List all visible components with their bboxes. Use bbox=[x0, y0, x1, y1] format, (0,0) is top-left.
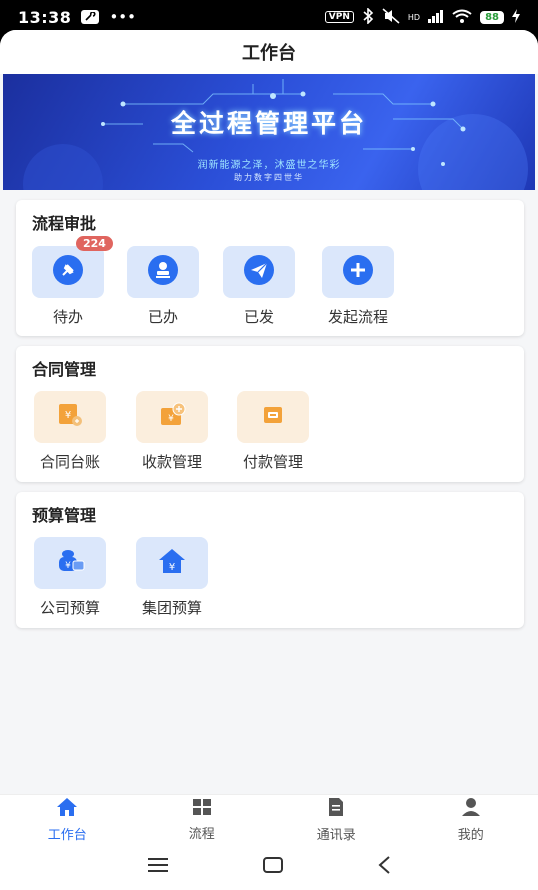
payment-mgmt-tile[interactable]: 付款管理 bbox=[237, 391, 309, 471]
page-title: 工作台 bbox=[242, 43, 296, 64]
pin-icon bbox=[52, 254, 84, 290]
paper-plane-icon bbox=[243, 254, 275, 290]
start-process-icon-box bbox=[322, 246, 394, 298]
budget-card: 预算管理 ¥ 公司预算 ¥ 集团预算 bbox=[16, 492, 524, 628]
company-budget-label: 公司预算 bbox=[39, 599, 100, 617]
approval-card: 流程审批 224 待办 已办 已发 发起流程 bbox=[16, 200, 524, 336]
start-process-label: 发起流程 bbox=[327, 308, 388, 326]
battery-indicator: 88 bbox=[480, 10, 504, 24]
contract-ledger-label: 合同台账 bbox=[39, 453, 100, 471]
home-icon bbox=[56, 797, 78, 821]
mute-icon bbox=[382, 7, 400, 27]
tab-contacts-label: 通讯录 bbox=[316, 827, 356, 843]
sent-tile[interactable]: 已发 bbox=[223, 246, 295, 326]
payment-mgmt-icon-box bbox=[237, 391, 309, 443]
tab-workbench[interactable]: 工作台 bbox=[0, 795, 135, 844]
start-process-tile[interactable]: 发起流程 bbox=[322, 246, 394, 326]
banner-title: 全过程管理平台 bbox=[170, 109, 367, 138]
grid-icon bbox=[192, 798, 212, 820]
home-nav-icon[interactable] bbox=[262, 856, 284, 878]
charging-icon bbox=[512, 8, 520, 26]
group-budget-label: 集团预算 bbox=[141, 599, 202, 617]
payment-mgmt-label: 付款管理 bbox=[242, 453, 303, 471]
banner-subtitle: 润新能源之泽，沐盛世之华彩 bbox=[197, 160, 341, 171]
sent-icon-box bbox=[223, 246, 295, 298]
budget-card-title: 预算管理 bbox=[32, 506, 97, 525]
company-budget-icon-box: ¥ bbox=[34, 537, 106, 589]
status-time: 13:38 bbox=[18, 7, 72, 27]
banner[interactable]: 全过程管理平台 润新能源之泽，沐盛世之华彩 助力数字四世华 bbox=[3, 74, 535, 190]
svg-text:¥: ¥ bbox=[169, 562, 175, 573]
contacts-icon bbox=[327, 797, 345, 821]
receipt-icon: ¥ bbox=[157, 400, 187, 434]
tab-contacts[interactable]: 通讯录 bbox=[269, 795, 404, 844]
group-budget-tile[interactable]: ¥ 集团预算 bbox=[136, 537, 208, 617]
vpn-badge: VPN bbox=[324, 11, 354, 23]
banner-tagline: 助力数字四世华 bbox=[234, 173, 304, 182]
status-left: 13:38 ••• bbox=[18, 8, 136, 27]
wifi-icon bbox=[452, 9, 472, 26]
todo-icon-box bbox=[32, 246, 104, 298]
bottom-tab-bar: 工作台 流程 通讯录 我的 bbox=[0, 794, 538, 844]
tab-me[interactable]: 我的 bbox=[404, 795, 538, 844]
user-icon bbox=[461, 797, 481, 821]
receipt-mgmt-icon-box: ¥ bbox=[136, 391, 208, 443]
hd-label: HD bbox=[407, 12, 421, 22]
approval-card-title: 流程审批 bbox=[32, 214, 97, 233]
done-icon-box bbox=[127, 246, 199, 298]
back-nav-icon[interactable] bbox=[377, 856, 391, 878]
app-screen: 工作台 全过程管理平台 润新能源之泽，沐盛世之华彩 助力数字四世华 流程审批 2… bbox=[0, 30, 538, 890]
svg-text:¥: ¥ bbox=[65, 410, 71, 421]
signal-icon bbox=[428, 9, 444, 26]
svg-text:¥: ¥ bbox=[65, 561, 71, 571]
contract-card-title: 合同管理 bbox=[32, 360, 97, 379]
group-budget-icon-box: ¥ bbox=[136, 537, 208, 589]
status-bar: 13:38 ••• VPN HD 88 bbox=[0, 0, 538, 34]
page-header: 工作台 bbox=[0, 30, 538, 74]
company-budget-tile[interactable]: ¥ 公司预算 bbox=[34, 537, 106, 617]
stamp-icon bbox=[147, 254, 179, 290]
payment-icon bbox=[258, 400, 288, 434]
bluetooth-icon bbox=[362, 6, 374, 27]
receipt-mgmt-label: 收款管理 bbox=[141, 453, 202, 471]
wrench-icon bbox=[81, 10, 100, 24]
system-nav-bar bbox=[0, 844, 538, 890]
tab-workbench-label: 工作台 bbox=[47, 827, 87, 843]
house-yen-icon: ¥ bbox=[156, 546, 188, 580]
receipt-mgmt-tile[interactable]: ¥ 收款管理 bbox=[136, 391, 208, 471]
menu-nav-icon[interactable] bbox=[147, 857, 169, 877]
tab-process-label: 流程 bbox=[188, 826, 215, 842]
svg-text:¥: ¥ bbox=[168, 414, 174, 424]
contract-ledger-icon-box: ¥ bbox=[34, 391, 106, 443]
more-notifications-icon: ••• bbox=[109, 8, 136, 26]
todo-label: 待办 bbox=[52, 308, 83, 326]
contract-ledger-tile[interactable]: ¥ 合同台账 bbox=[34, 391, 106, 471]
tab-me-label: 我的 bbox=[457, 827, 484, 843]
done-label: 已办 bbox=[147, 308, 178, 326]
contract-card: 合同管理 ¥ 合同台账 ¥ 收款管理 付款管理 bbox=[16, 346, 524, 482]
plus-icon bbox=[342, 254, 374, 290]
done-tile[interactable]: 已办 bbox=[127, 246, 199, 326]
ledger-icon: ¥ bbox=[55, 400, 85, 434]
status-right: VPN HD 88 bbox=[324, 6, 520, 27]
sent-label: 已发 bbox=[243, 308, 274, 326]
money-bag-icon: ¥ bbox=[54, 546, 86, 580]
tab-process[interactable]: 流程 bbox=[135, 795, 270, 844]
todo-tile[interactable]: 224 待办 bbox=[32, 236, 113, 326]
todo-count-badge: 224 bbox=[76, 236, 113, 251]
